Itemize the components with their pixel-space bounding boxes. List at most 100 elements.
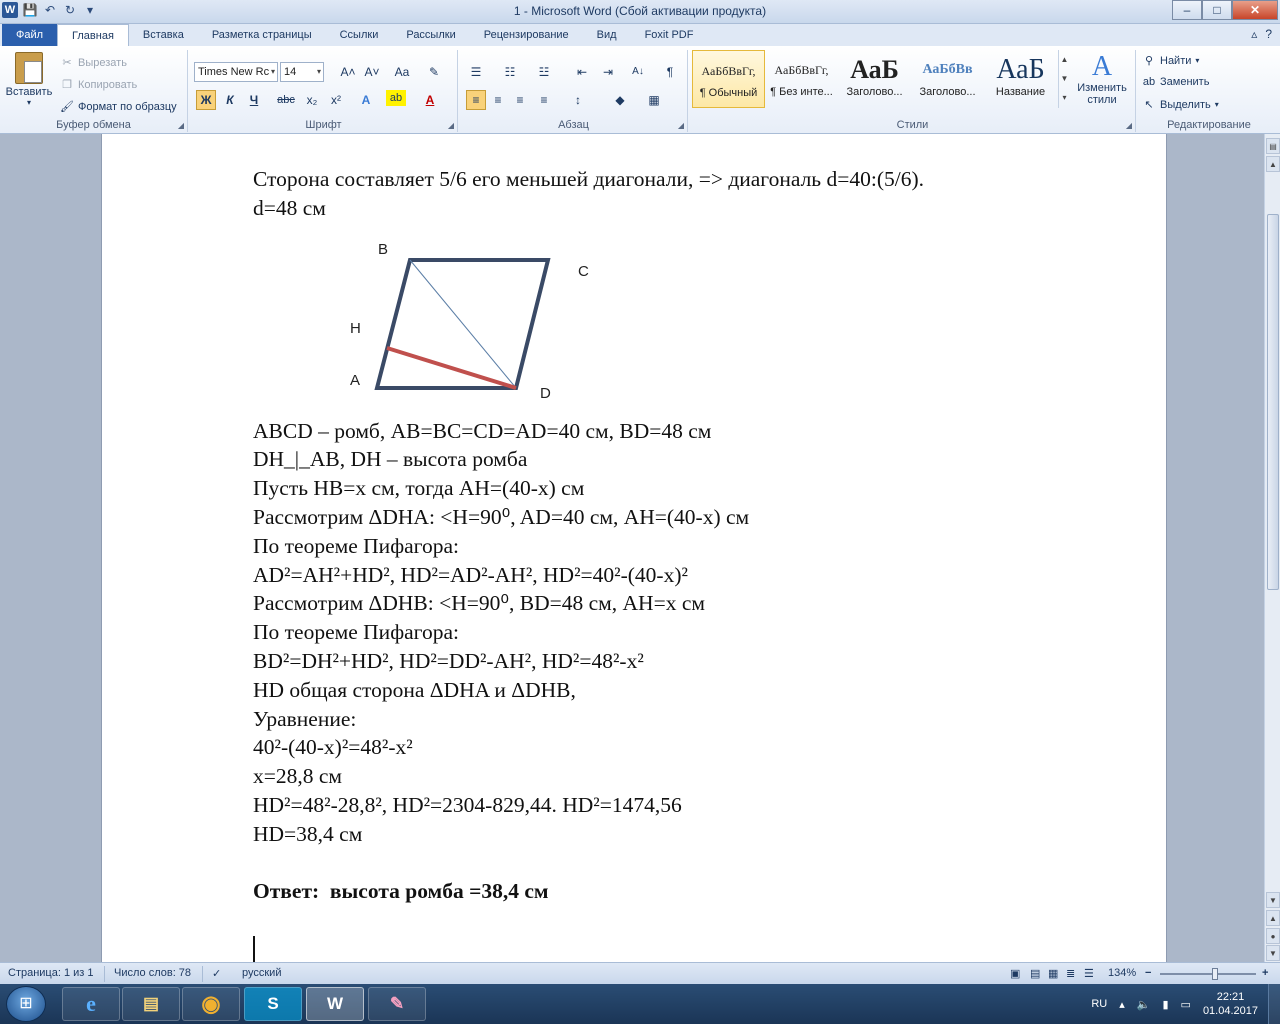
tab-review[interactable]: Рецензирование	[470, 24, 583, 46]
chrome-taskbar-icon[interactable]: ◉	[182, 987, 240, 1021]
find-button[interactable]: ⚲ Найти ▾	[1142, 54, 1199, 68]
zoom-out-button[interactable]: −	[1145, 967, 1151, 979]
doc-line[interactable]: AD²=AH²+HD², HD²=AD²-AH², HD²=40²-(40-x)…	[253, 561, 1113, 590]
styles-gallery-scroll[interactable]: ▲ ▼ ▾	[1058, 50, 1070, 108]
full-screen-icon[interactable]: ▤	[1030, 967, 1040, 980]
close-button[interactable]: ✕	[1232, 0, 1278, 20]
style-title[interactable]: АаБ Название	[984, 50, 1057, 108]
next-page-icon[interactable]: ▼	[1266, 945, 1280, 961]
show-marks-button[interactable]: ¶	[660, 62, 680, 82]
tray-expand-icon[interactable]: ▴	[1119, 998, 1125, 1011]
justify-button[interactable]: ≡	[534, 90, 554, 110]
minimize-button[interactable]: –	[1172, 0, 1202, 20]
style-normal[interactable]: АаБбВвГг, ¶ Обычный	[692, 50, 765, 108]
line-spacing-button[interactable]: ↕	[568, 90, 588, 110]
doc-line[interactable]: Пусть HB=x см, тогда AH=(40-x) см	[253, 474, 1113, 503]
doc-line[interactable]: HD²=48²-28,8², HD²=2304-829,44. HD²=1474…	[253, 791, 1113, 820]
decrease-indent-button[interactable]: ⇤	[572, 62, 592, 82]
collapse-ribbon-icon[interactable]: ▵	[1251, 27, 1257, 41]
outline-icon[interactable]: ≣	[1066, 967, 1075, 980]
zoom-level[interactable]: 134%	[1108, 967, 1136, 979]
align-center-button[interactable]: ≡	[488, 90, 508, 110]
strikethrough-button[interactable]: abc	[276, 90, 296, 110]
align-right-button[interactable]: ≡	[510, 90, 530, 110]
word-taskbar-icon[interactable]: W	[306, 987, 364, 1021]
maximize-button[interactable]: □	[1202, 0, 1232, 20]
doc-line[interactable]: Рассмотрим ΔDHA: <H=90⁰, AD=40 см, AH=(4…	[253, 503, 1113, 532]
chevron-down-icon[interactable]: ▼	[1059, 69, 1070, 88]
replace-button[interactable]: ab Заменить	[1142, 76, 1210, 88]
scroll-up-icon[interactable]: ▲	[1266, 156, 1280, 172]
paragraph-launcher-icon[interactable]: ◢	[678, 121, 684, 130]
borders-button[interactable]: ▦	[644, 90, 664, 110]
doc-line[interactable]: x=28,8 см	[253, 762, 1113, 791]
doc-line[interactable]: Рассмотрим ΔDHB: <H=90⁰, BD=48 см, AH=x …	[253, 589, 1113, 618]
word-count[interactable]: Число слов: 78	[114, 967, 191, 979]
style-heading-2[interactable]: АаБбВв Заголово...	[911, 50, 984, 108]
text-effects-button[interactable]: A	[356, 90, 376, 110]
style-no-spacing[interactable]: АаБбВвГг, ¶ Без инте...	[765, 50, 838, 108]
proofing-icon[interactable]: ✓	[212, 967, 221, 980]
scrollbar-thumb[interactable]	[1267, 214, 1279, 590]
tab-references[interactable]: Ссылки	[326, 24, 393, 46]
chevron-down-icon[interactable]: ▾	[271, 63, 275, 81]
browse-object-icon[interactable]: ●	[1266, 928, 1280, 944]
clear-formatting-icon[interactable]: ✎	[424, 62, 444, 82]
zoom-slider[interactable]	[1160, 968, 1256, 980]
skype-taskbar-icon[interactable]: S	[244, 987, 302, 1021]
doc-line[interactable]: BD²=DH²+HD², HD²=DD²-AH², HD²=48²-x²	[253, 647, 1113, 676]
zoom-slider-thumb[interactable]	[1212, 968, 1218, 980]
help-icon[interactable]: ?	[1265, 27, 1272, 41]
multilevel-list-button[interactable]: ☳	[534, 62, 554, 82]
tab-foxit-pdf[interactable]: Foxit PDF	[631, 24, 708, 46]
font-name-box[interactable]: Times New Rc ▾	[194, 62, 278, 82]
styles-launcher-icon[interactable]: ◢	[1126, 121, 1132, 130]
highlight-button[interactable]: ab	[386, 90, 406, 106]
draft-icon[interactable]: ☰	[1084, 967, 1094, 980]
grow-font-button[interactable]: A˄	[338, 62, 358, 82]
document-page[interactable]: Сторона составляет 5/6 его меньшей диаго…	[101, 134, 1167, 962]
change-styles-button[interactable]: A Изменить стили	[1072, 52, 1132, 107]
bold-button[interactable]: Ж	[196, 90, 216, 110]
tab-mailings[interactable]: Рассылки	[392, 24, 469, 46]
web-layout-icon[interactable]: ▦	[1048, 967, 1058, 980]
doc-line[interactable]: d=48 см	[253, 194, 1113, 223]
superscript-button[interactable]: x²	[326, 90, 346, 110]
change-case-button[interactable]: Aa	[392, 62, 412, 82]
clock[interactable]: 22:21 01.04.2017	[1203, 990, 1258, 1018]
underline-button[interactable]: Ч	[244, 90, 264, 110]
power-icon[interactable]: ▭	[1181, 998, 1191, 1011]
doc-line[interactable]: Сторона составляет 5/6 его меньшей диаго…	[253, 165, 1113, 194]
page-counter[interactable]: Страница: 1 из 1	[8, 967, 94, 979]
tab-view[interactable]: Вид	[583, 24, 631, 46]
increase-indent-button[interactable]: ⇥	[598, 62, 618, 82]
start-button[interactable]: ⊞	[6, 986, 46, 1022]
font-color-button[interactable]: A	[420, 90, 440, 110]
align-left-button[interactable]: ≡	[466, 90, 486, 110]
bullets-button[interactable]: ☰	[466, 62, 486, 82]
scroll-down-icon[interactable]: ▼	[1266, 892, 1280, 908]
format-painter-button[interactable]: 🖌 Формат по образцу	[60, 100, 177, 114]
network-icon[interactable]: ▮	[1162, 998, 1168, 1011]
volume-icon[interactable]: 🔈	[1137, 998, 1151, 1011]
tab-file[interactable]: Файл	[2, 24, 58, 46]
chevron-up-icon[interactable]: ▲	[1059, 50, 1070, 69]
doc-line[interactable]: DH_|_AB, DH – высота ромба	[253, 445, 1113, 474]
chevron-down-icon[interactable]: ▾	[317, 63, 321, 81]
shrink-font-button[interactable]: A˅	[362, 62, 382, 82]
tab-insert[interactable]: Вставка	[129, 24, 198, 46]
font-launcher-icon[interactable]: ◢	[448, 121, 454, 130]
vertical-scrollbar[interactable]: ▤ ▲ ▼ ▲ ● ▼	[1264, 134, 1280, 962]
font-size-box[interactable]: 14 ▾	[280, 62, 324, 82]
show-desktop-button[interactable]	[1268, 984, 1280, 1024]
doc-line[interactable]: По теореме Пифагора:	[253, 618, 1113, 647]
cut-button[interactable]: ✂ Вырезать	[60, 56, 127, 70]
numbering-button[interactable]: ☷	[500, 62, 520, 82]
italic-button[interactable]: К	[220, 90, 240, 110]
doc-line[interactable]: Уравнение:	[253, 705, 1113, 734]
doc-line[interactable]: HD общая сторона ΔDHA и ΔDHB,	[253, 676, 1113, 705]
select-button[interactable]: ↖ Выделить ▾	[1142, 98, 1218, 112]
paint-taskbar-icon[interactable]: ✎	[368, 987, 426, 1021]
shading-button[interactable]: ◆	[610, 90, 630, 110]
copy-button[interactable]: ❐ Копировать	[60, 78, 137, 92]
